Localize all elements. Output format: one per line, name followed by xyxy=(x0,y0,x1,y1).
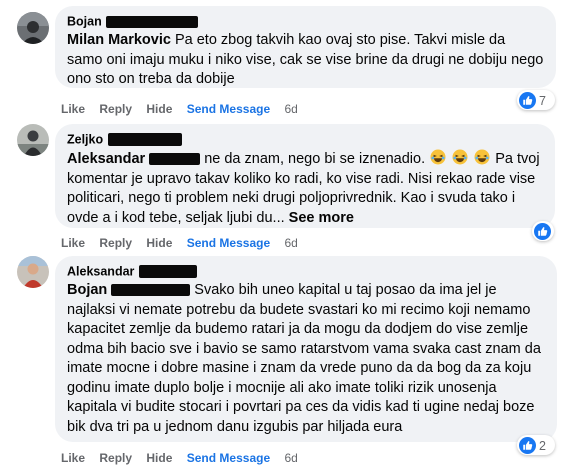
mentioned-user[interactable]: Aleksandar xyxy=(67,151,145,167)
comment-text: Aleksandar ne da znam, nego bi se iznena… xyxy=(67,149,540,226)
hide-button[interactable]: Hide xyxy=(146,101,172,117)
avatar[interactable] xyxy=(17,12,49,44)
avatar-image xyxy=(17,256,49,288)
comment-bubble: Zeljko Aleksandar ne da znam, nego bi se… xyxy=(55,124,555,228)
comment-actions: Like Reply Hide Send Message 6d xyxy=(61,450,309,466)
comment-text: Bojan Svako bih uneo kapital u taj posao… xyxy=(67,282,541,435)
reaction-count[interactable]: 7 xyxy=(517,90,555,110)
like-button[interactable]: Like xyxy=(61,101,85,117)
mentioned-user[interactable]: Bojan xyxy=(67,282,107,298)
send-message-button[interactable]: Send Message xyxy=(187,450,270,466)
hide-button[interactable]: Hide xyxy=(146,450,172,466)
laughing-emoji-icon xyxy=(452,149,468,165)
like-button[interactable]: Like xyxy=(61,235,85,251)
avatar-image xyxy=(17,124,49,156)
send-message-button[interactable]: Send Message xyxy=(187,235,270,251)
comment-bubble: Aleksandar Bojan Svako bih uneo kapital … xyxy=(55,256,557,442)
comment-author[interactable]: Aleksandar xyxy=(67,263,545,280)
reply-button[interactable]: Reply xyxy=(99,450,132,466)
redacted-name xyxy=(111,284,191,297)
comment-actions: Like Reply Hide Send Message 6d xyxy=(61,235,309,251)
timestamp[interactable]: 6d xyxy=(284,101,297,117)
like-button[interactable]: Like xyxy=(61,450,85,466)
redacted-name xyxy=(107,133,182,147)
comment-author[interactable]: Zeljko xyxy=(67,131,543,148)
avatar[interactable] xyxy=(17,124,49,156)
like-icon xyxy=(519,92,536,110)
reply-button[interactable]: Reply xyxy=(99,235,132,251)
redacted-name xyxy=(106,15,199,28)
comment-text: Milan Markovic Pa eto zbog takvih kao ov… xyxy=(67,32,544,87)
comment-actions: Like Reply Hide Send Message 6d xyxy=(61,101,309,117)
see-more-link[interactable]: See more xyxy=(289,210,354,226)
reaction-count[interactable] xyxy=(532,221,554,241)
comment-author[interactable]: Bojan xyxy=(67,13,544,30)
laughing-emoji-icon xyxy=(430,149,446,165)
timestamp[interactable]: 6d xyxy=(284,235,297,251)
send-message-button[interactable]: Send Message xyxy=(187,101,270,117)
timestamp[interactable]: 6d xyxy=(284,450,297,466)
comment-bubble: Bojan Milan Markovic Pa eto zbog takvih … xyxy=(55,6,556,88)
like-icon xyxy=(534,223,551,241)
like-icon xyxy=(519,437,536,455)
avatar[interactable] xyxy=(17,256,49,288)
reply-button[interactable]: Reply xyxy=(99,101,132,117)
reaction-count[interactable]: 2 xyxy=(517,435,555,455)
mentioned-user[interactable]: Milan Markovic xyxy=(67,32,171,48)
redacted-name xyxy=(138,265,197,279)
laughing-emoji-icon xyxy=(474,149,490,165)
hide-button[interactable]: Hide xyxy=(146,235,172,251)
redacted-name xyxy=(149,153,201,166)
avatar-image xyxy=(17,12,49,44)
